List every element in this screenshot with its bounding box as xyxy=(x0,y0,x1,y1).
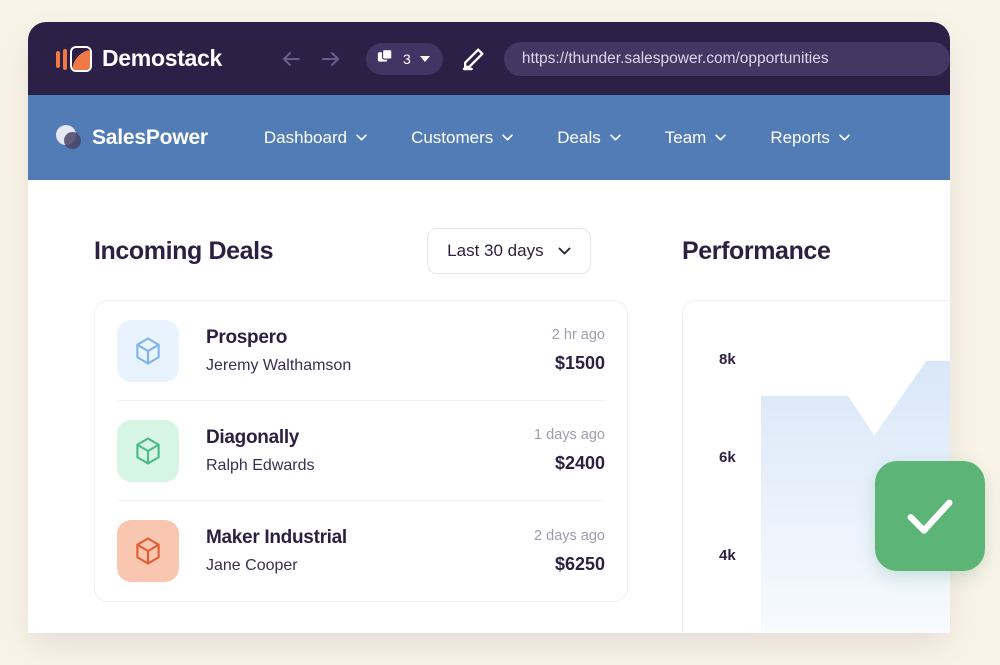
date-range-label: Last 30 days xyxy=(447,241,544,260)
nav-item-label: Customers xyxy=(411,127,494,147)
deal-amount: $6250 xyxy=(554,553,605,574)
nav-item-reports[interactable]: Reports xyxy=(770,128,850,148)
deal-meta: 1 days ago $2400 xyxy=(534,427,605,474)
caret-down-icon xyxy=(419,55,430,62)
y-axis-tick: 6k xyxy=(719,449,736,466)
deal-time: 1 days ago xyxy=(534,427,605,443)
deal-person: Jeremy Walthamson xyxy=(206,356,352,374)
deal-time: 2 hr ago xyxy=(551,327,605,343)
date-range-dropdown[interactable]: Last 30 days xyxy=(427,228,591,274)
table-row[interactable]: Prospero Jeremy Walthamson 2 hr ago $150… xyxy=(117,301,605,401)
cube-icon xyxy=(117,319,179,382)
deal-meta: 2 days ago $6250 xyxy=(534,528,605,575)
chevron-down-icon xyxy=(839,134,850,141)
nav-item-label: Deals xyxy=(557,127,601,147)
chevron-down-icon xyxy=(356,134,367,141)
chevron-down-icon xyxy=(558,247,571,255)
check-icon xyxy=(907,499,953,534)
performance-title: Performance xyxy=(682,236,831,265)
deal-amount: $2400 xyxy=(554,453,605,473)
address-bar[interactable]: https://thunder.salespower.com/opportuni… xyxy=(503,41,950,76)
address-bar-url: https://thunder.salespower.com/opportuni… xyxy=(521,49,829,67)
deal-name: Diagonally xyxy=(206,426,300,448)
nav-item-label: Team xyxy=(664,127,707,147)
deal-name: Maker Industrial xyxy=(206,527,347,548)
cube-icon xyxy=(117,419,179,482)
salespower-brand: SalesPower xyxy=(56,124,208,151)
page-title: Incoming Deals xyxy=(94,236,274,265)
page-content: Incoming Deals Last 30 days Prospero Jer… xyxy=(28,180,950,633)
cube-icon xyxy=(117,520,179,582)
app-navigation-bar: SalesPower Dashboard Customers Deals Tea… xyxy=(28,95,950,180)
demostack-brand: Demostack xyxy=(56,44,222,74)
deal-info: Maker Industrial Jane Cooper xyxy=(206,527,534,575)
nav-item-deals[interactable]: Deals xyxy=(557,127,621,148)
incoming-deals-panel: Incoming Deals Last 30 days Prospero Jer… xyxy=(28,180,638,633)
nav-items: Dashboard Customers Deals Team Reports xyxy=(264,128,850,148)
pencil-icon[interactable] xyxy=(461,46,486,71)
demostack-logo-icon xyxy=(56,44,92,74)
nav-item-label: Reports xyxy=(770,127,830,147)
deal-meta: 2 hr ago $1500 xyxy=(552,327,605,374)
back-button[interactable] xyxy=(278,46,304,72)
tab-count-label: 3 xyxy=(403,50,411,67)
browser-chrome-bar: Demostack 3 https://thunder.salespower.c… xyxy=(28,22,950,95)
demostack-brand-label: Demostack xyxy=(102,45,223,71)
performance-header: Performance xyxy=(682,228,950,274)
two-circles-logo-icon xyxy=(56,124,82,151)
tab-count-button[interactable]: 3 xyxy=(366,42,443,75)
browser-window: Demostack 3 https://thunder.salespower.c… xyxy=(28,22,950,633)
table-row[interactable]: Maker Industrial Jane Cooper 2 days ago … xyxy=(117,501,605,601)
nav-item-label: Dashboard xyxy=(263,127,348,147)
deal-person: Ralph Edwards xyxy=(206,456,315,474)
deal-time: 2 days ago xyxy=(534,527,605,544)
deal-info: Diagonally Ralph Edwards xyxy=(206,427,534,475)
stacked-windows-icon xyxy=(377,48,394,70)
chevron-down-icon xyxy=(715,134,727,141)
deals-list: Prospero Jeremy Walthamson 2 hr ago $150… xyxy=(94,300,628,602)
status-badge xyxy=(875,461,985,571)
y-axis-tick: 4k xyxy=(719,547,736,564)
deal-name: Prospero xyxy=(206,326,288,348)
deal-amount: $1500 xyxy=(554,353,605,373)
nav-item-dashboard[interactable]: Dashboard xyxy=(264,128,367,148)
deals-header: Incoming Deals Last 30 days xyxy=(94,228,638,274)
nav-item-customers[interactable]: Customers xyxy=(411,127,514,148)
y-axis-tick: 8k xyxy=(719,351,736,368)
deal-info: Prospero Jeremy Walthamson xyxy=(206,327,552,375)
forward-button[interactable] xyxy=(318,46,344,72)
page-root: Demostack 3 https://thunder.salespower.c… xyxy=(0,0,1000,665)
table-row[interactable]: Diagonally Ralph Edwards 1 days ago $240… xyxy=(117,401,605,501)
chevron-down-icon xyxy=(609,134,621,141)
deal-person: Jane Cooper xyxy=(206,557,298,574)
chevron-down-icon xyxy=(502,134,514,141)
nav-item-team[interactable]: Team xyxy=(665,128,727,148)
browser-nav-arrows xyxy=(278,46,344,72)
salespower-brand-label: SalesPower xyxy=(92,125,208,149)
